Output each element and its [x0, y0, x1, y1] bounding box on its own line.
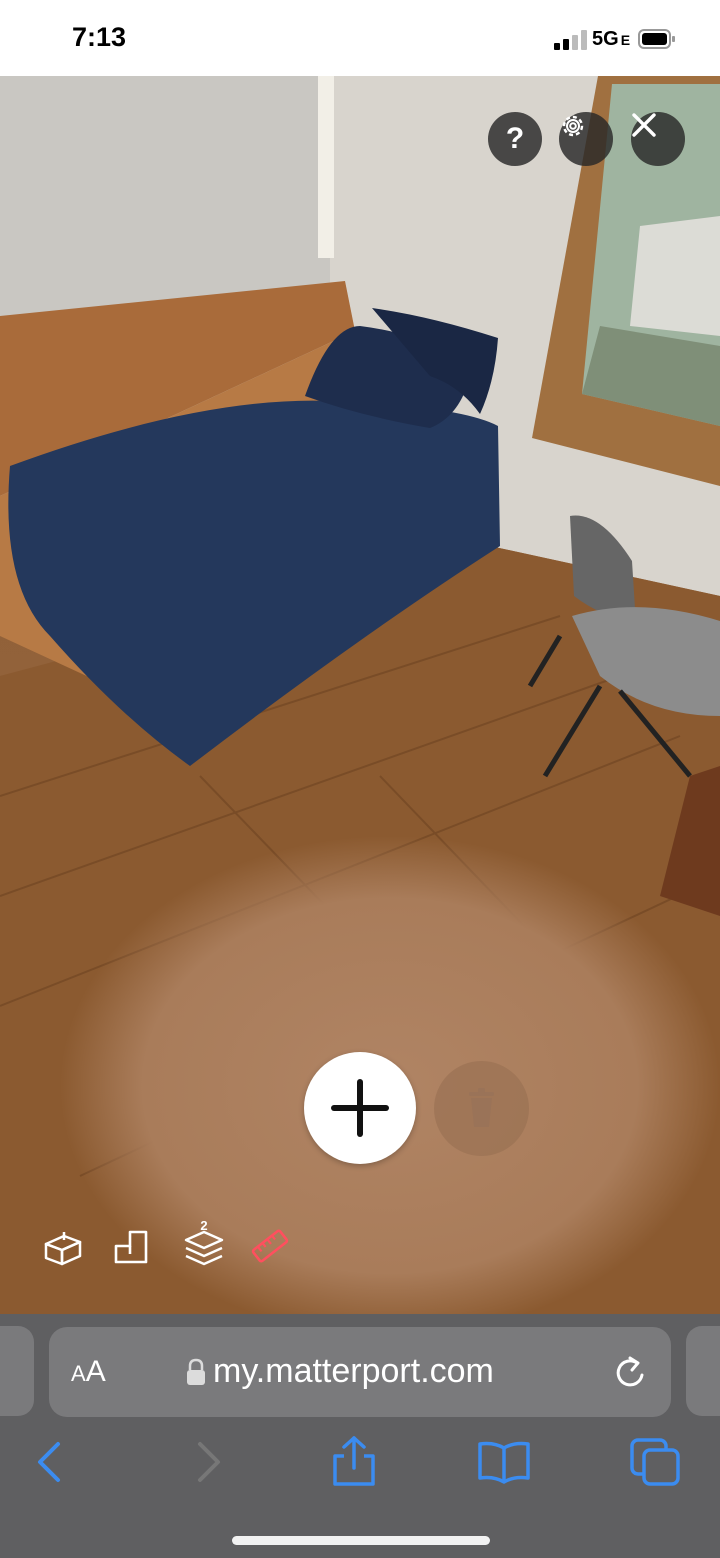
share-icon[interactable] [326, 1434, 382, 1490]
text-size-small: A [71, 1361, 86, 1386]
text-size-button[interactable]: AA [71, 1355, 106, 1389]
back-icon[interactable] [24, 1434, 80, 1490]
delete-measurement-button[interactable] [434, 1061, 529, 1156]
status-time: 7:13 [72, 22, 127, 52]
close-icon [632, 113, 656, 137]
close-button[interactable] [631, 112, 685, 166]
screen: 7:13 5G E ? 2 AA my.matterport.com [0, 0, 720, 1558]
help-icon: ? [505, 122, 525, 155]
dollhouse-icon[interactable] [42, 1226, 82, 1268]
home-indicator[interactable] [232, 1536, 490, 1545]
network-suffix: E [620, 32, 631, 48]
settings-button[interactable] [559, 112, 613, 166]
trash-icon [469, 1088, 494, 1127]
floorplan-icon[interactable] [112, 1226, 152, 1268]
gear-icon [562, 115, 584, 137]
measure-icon[interactable] [250, 1226, 290, 1268]
panorama-view[interactable]: ? 2 [0, 76, 720, 1314]
help-button[interactable]: ? [488, 112, 542, 166]
floors-selector[interactable]: 2 [182, 1218, 226, 1270]
reload-icon[interactable] [611, 1353, 651, 1393]
url-text: my.matterport.com [213, 1352, 494, 1390]
battery-icon [638, 29, 675, 49]
bookmarks-icon[interactable] [476, 1434, 532, 1490]
cell-signal-icon [554, 30, 587, 50]
next-tab-pill[interactable] [686, 1326, 720, 1416]
text-size-large: A [85, 1355, 106, 1388]
status-bar: 7:13 5G E [0, 0, 720, 76]
add-measurement-button[interactable] [304, 1052, 416, 1164]
plus-icon [331, 1079, 389, 1137]
lock-icon [187, 1358, 205, 1385]
network-type: 5G [592, 28, 619, 50]
network-indicator: 5G E [592, 28, 630, 51]
forward-icon[interactable] [178, 1434, 234, 1490]
previous-tab-pill[interactable] [0, 1326, 34, 1416]
address-bar[interactable]: AA my.matterport.com [49, 1327, 671, 1417]
tabs-icon[interactable] [628, 1434, 684, 1490]
floors-icon [184, 1230, 224, 1266]
safari-toolbar: AA my.matterport.com [0, 1314, 720, 1558]
